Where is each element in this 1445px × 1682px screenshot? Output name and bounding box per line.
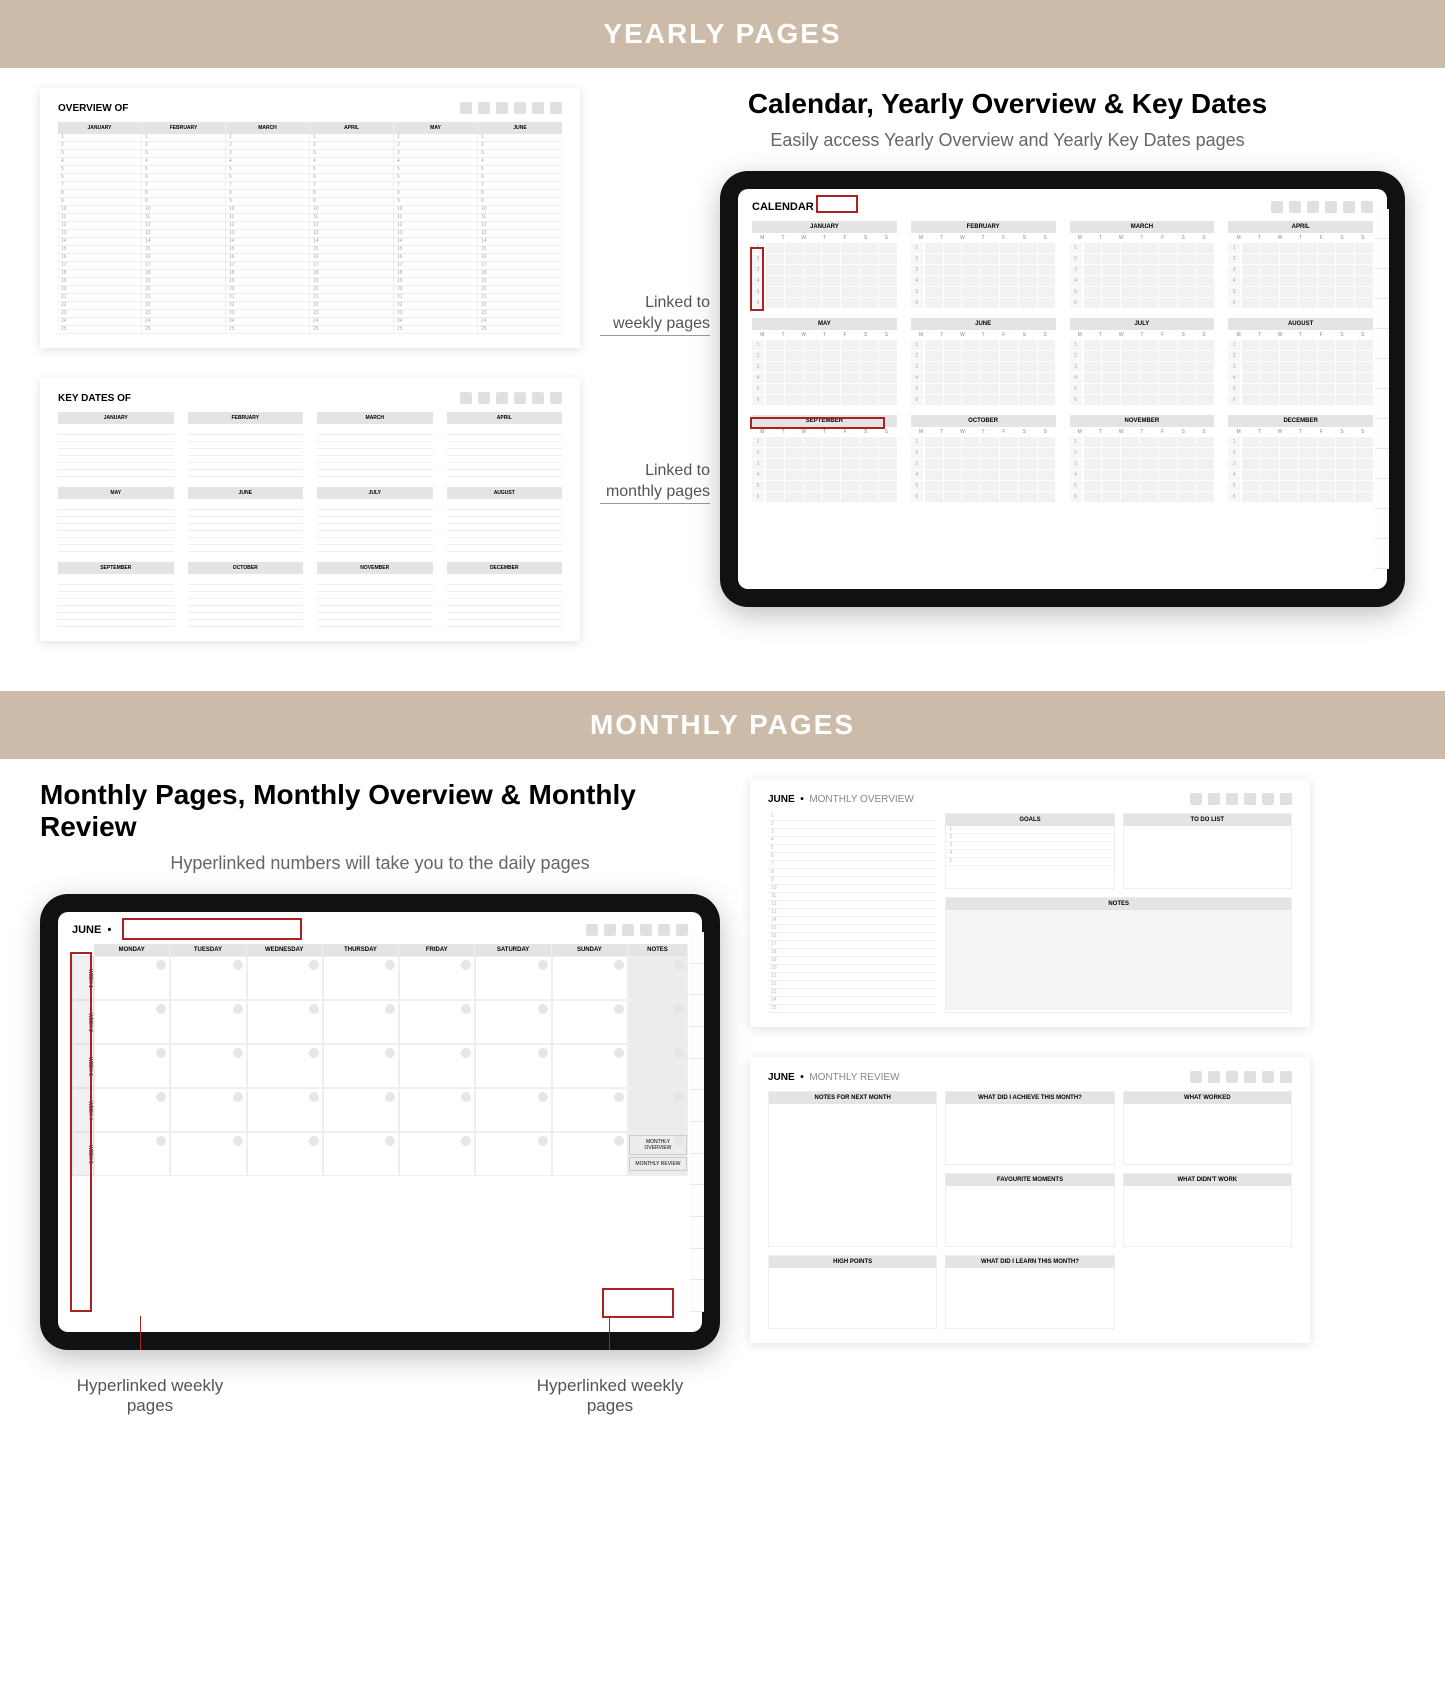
day-cell[interactable] (247, 956, 323, 1000)
todo-box: TO DO LIST (1124, 814, 1291, 826)
keydates-sheet[interactable]: KEY DATES OF JANUARYFEBRUARYMARCHAPRILMA… (40, 378, 580, 641)
yearly-banner: YEARLY PAGES (0, 0, 1445, 68)
rv-next: NOTES FOR NEXT MONTH (769, 1092, 936, 1104)
day-cell[interactable] (170, 1088, 246, 1132)
toolbar-icons (460, 102, 562, 114)
toolbar-icons (1190, 1071, 1292, 1083)
monthly-review-sheet[interactable]: JUNE • MONTHLY REVIEW WHAT DID I ACHIEVE… (750, 1057, 1310, 1343)
ipad-calendar[interactable]: CALENDAR JANUARYMTWTFSS123456FEBRUARYMTW… (720, 171, 1405, 607)
rv-learn: WHAT DID I LEARN THIS MONTH? (946, 1256, 1113, 1268)
mo-title: JUNE • MONTHLY OVERVIEW (768, 794, 914, 805)
monthly-promo-heading: Monthly Pages, Monthly Overview & Monthl… (40, 779, 720, 843)
yearly-promo-sub: Easily access Yearly Overview and Yearly… (610, 130, 1405, 151)
week-tab[interactable]: WEEK 2 (72, 1000, 94, 1044)
notes-box: NOTES (946, 898, 1291, 910)
week-tab[interactable]: WEEK 3 (72, 1044, 94, 1088)
ipad-monthly[interactable]: JUNE • MONDAYTUESDAYWEDNESDAYTHURSDAYFRI… (40, 894, 720, 1350)
day-cell[interactable] (94, 1044, 170, 1088)
day-cell[interactable] (399, 1044, 475, 1088)
day-cell[interactable] (170, 1132, 246, 1176)
day-cell[interactable] (552, 956, 628, 1000)
day-cell[interactable] (552, 1044, 628, 1088)
week-tab[interactable]: WEEK 1 (72, 956, 94, 1000)
day-cell[interactable] (552, 1000, 628, 1044)
day-cell[interactable] (475, 1044, 551, 1088)
callout-bl: Hyperlinked weekly pages (60, 1376, 240, 1416)
yearly-section: OVERVIEW OF JANUARY123456789101112131415… (0, 68, 1445, 691)
leader-line (609, 1316, 610, 1350)
rv-worked: WHAT WORKED (1124, 1092, 1291, 1104)
day-cell[interactable] (247, 1000, 323, 1044)
monthly-promo-sub: Hyperlinked numbers will take you to the… (40, 853, 720, 874)
day-cell[interactable] (94, 1088, 170, 1132)
mr-title: JUNE • MONTHLY REVIEW (768, 1072, 900, 1083)
toolbar-icons (586, 924, 688, 936)
day-cell[interactable] (552, 1088, 628, 1132)
redbox-monthlinks (602, 1288, 674, 1318)
callout-weekly: Linked to weekly pages (600, 293, 710, 336)
day-cell[interactable] (475, 956, 551, 1000)
day-cell[interactable] (94, 956, 170, 1000)
month-title: JUNE • (72, 924, 111, 936)
goals-box: GOALS (946, 814, 1113, 826)
monthly-overview-sheet[interactable]: JUNE • MONTHLY OVERVIEW 1234567891011121… (750, 779, 1310, 1027)
day-cell[interactable] (475, 1132, 551, 1176)
day-cell[interactable] (247, 1088, 323, 1132)
overview-sheet[interactable]: OVERVIEW OF JANUARY123456789101112131415… (40, 88, 580, 348)
day-cell[interactable] (94, 1000, 170, 1044)
day-cell[interactable] (247, 1044, 323, 1088)
rv-notwork: WHAT DIDN'T WORK (1124, 1174, 1291, 1186)
day-cell[interactable] (399, 956, 475, 1000)
day-cell[interactable] (170, 956, 246, 1000)
leader-line (140, 1316, 141, 1350)
day-cell[interactable] (170, 1044, 246, 1088)
overview-title: OVERVIEW OF (58, 103, 128, 114)
day-cell[interactable] (399, 1088, 475, 1132)
rv-achieve: WHAT DID I ACHIEVE THIS MONTH? (946, 1092, 1113, 1104)
day-cell[interactable] (247, 1132, 323, 1176)
link-monthly-review[interactable]: MONTHLY REVIEW (629, 1157, 687, 1171)
day-cell[interactable] (323, 956, 399, 1000)
monthly-section: Monthly Pages, Monthly Overview & Monthl… (0, 759, 1445, 1436)
day-cell[interactable] (552, 1132, 628, 1176)
day-cell[interactable] (475, 1088, 551, 1132)
day-cell[interactable] (170, 1000, 246, 1044)
callout-br: Hyperlinked weekly pages (520, 1376, 700, 1416)
day-cell[interactable] (323, 1088, 399, 1132)
toolbar-icons (1271, 201, 1373, 213)
day-cell[interactable] (323, 1000, 399, 1044)
day-cell[interactable] (399, 1132, 475, 1176)
day-cell[interactable] (323, 1132, 399, 1176)
day-cell[interactable] (399, 1000, 475, 1044)
toolbar-icons (460, 392, 562, 404)
keydates-title: KEY DATES OF (58, 393, 131, 404)
week-tab[interactable]: WEEK 5 (72, 1132, 94, 1176)
monthly-banner: MONTHLY PAGES (0, 691, 1445, 759)
toolbar-icons (1190, 793, 1292, 805)
link-monthly-overview[interactable]: MONTHLY OVERVIEW (629, 1135, 687, 1155)
calendar-title: CALENDAR (752, 201, 814, 213)
day-cell[interactable] (94, 1132, 170, 1176)
week-tab[interactable]: WEEK 4 (72, 1088, 94, 1132)
yearly-promo-heading: Calendar, Yearly Overview & Key Dates (610, 88, 1405, 120)
rv-fav: FAVOURITE MOMENTS (946, 1174, 1113, 1186)
callout-monthly: Linked to monthly pages (600, 461, 710, 504)
side-tabs[interactable] (690, 932, 704, 1312)
day-cell[interactable] (323, 1044, 399, 1088)
rv-high: HIGH POINTS (769, 1256, 936, 1268)
day-cell[interactable] (475, 1000, 551, 1044)
side-tabs[interactable] (1375, 209, 1389, 569)
